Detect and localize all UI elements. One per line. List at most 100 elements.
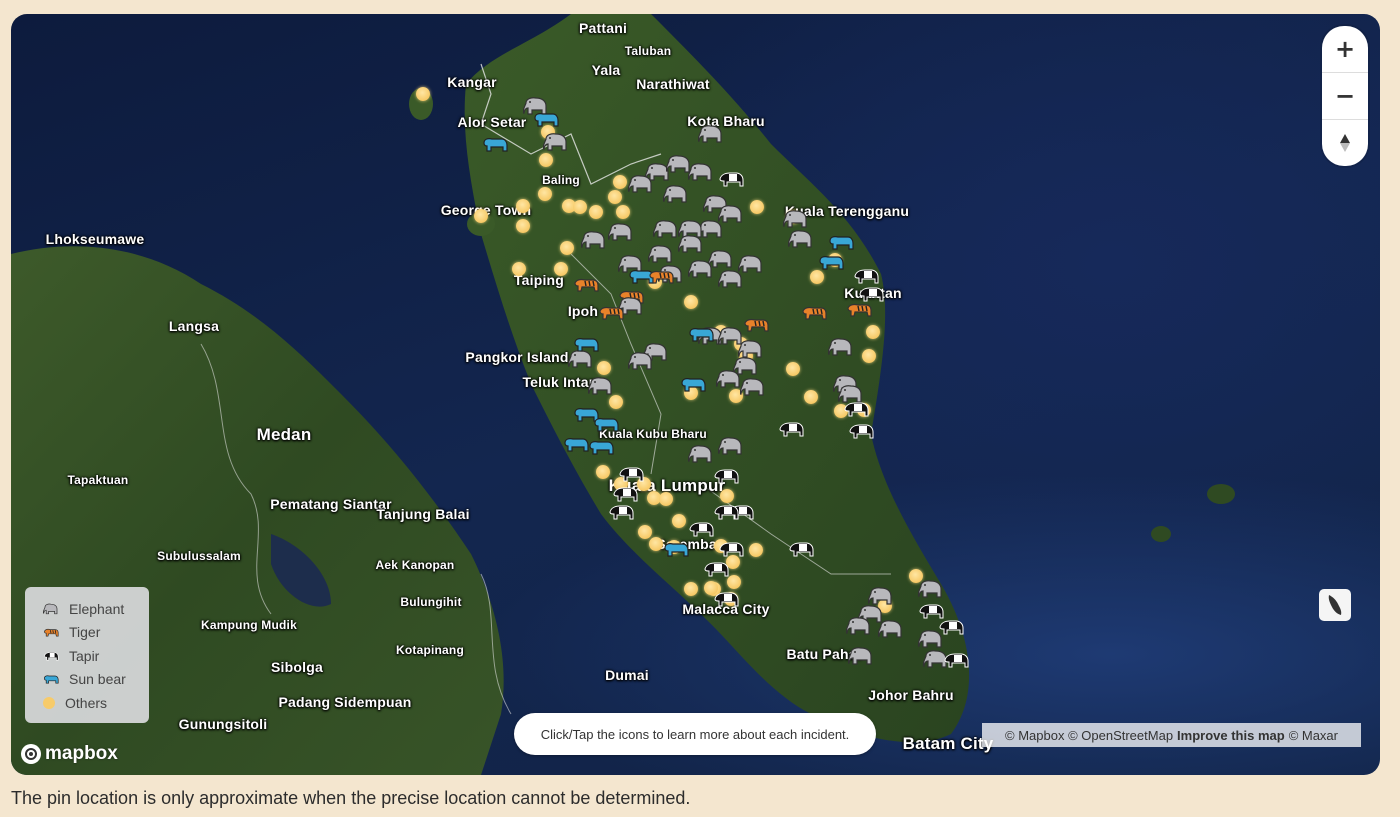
others-incident-marker[interactable] (516, 199, 530, 213)
others-incident-marker[interactable] (596, 465, 610, 479)
tiger-incident-marker[interactable] (573, 274, 599, 294)
others-incident-marker[interactable] (750, 200, 764, 214)
tapir-incident-marker[interactable] (778, 419, 804, 439)
elephant-incident-marker[interactable] (917, 629, 944, 649)
tiger-incident-marker[interactable] (648, 266, 674, 286)
mapbox-logo[interactable]: mapbox (21, 743, 118, 765)
elephant-incident-marker[interactable] (697, 124, 724, 144)
tiger-incident-marker[interactable] (846, 299, 872, 319)
sun-bear-incident-marker[interactable] (573, 334, 599, 354)
others-incident-marker[interactable] (727, 575, 741, 589)
elephant-incident-marker[interactable] (662, 184, 689, 204)
tapir-incident-marker[interactable] (608, 502, 634, 522)
others-incident-marker[interactable] (474, 209, 488, 223)
others-incident-marker[interactable] (720, 489, 734, 503)
others-incident-marker[interactable] (512, 262, 526, 276)
sun-bear-incident-marker[interactable] (688, 324, 714, 344)
tapir-incident-marker[interactable] (848, 421, 874, 441)
others-incident-marker[interactable] (649, 537, 663, 551)
tapir-incident-marker[interactable] (713, 466, 739, 486)
others-incident-marker[interactable] (416, 87, 430, 101)
elephant-incident-marker[interactable] (782, 209, 809, 229)
compass-button[interactable] (1322, 120, 1368, 166)
tapir-incident-marker[interactable] (688, 519, 714, 539)
others-incident-marker[interactable] (659, 492, 673, 506)
others-incident-marker[interactable] (786, 362, 800, 376)
others-incident-marker[interactable] (573, 200, 587, 214)
elephant-incident-marker[interactable] (847, 646, 874, 666)
sun-bear-incident-marker[interactable] (663, 539, 689, 559)
tiger-incident-marker[interactable] (801, 302, 827, 322)
elephant-incident-marker[interactable] (677, 234, 704, 254)
others-incident-marker[interactable] (672, 514, 686, 528)
tapir-incident-marker[interactable] (853, 266, 879, 286)
elephant-incident-marker[interactable] (687, 162, 714, 182)
elephant-incident-marker[interactable] (627, 174, 654, 194)
tapir-incident-marker[interactable] (713, 502, 739, 522)
elephant-incident-marker[interactable] (917, 579, 944, 599)
tapir-incident-marker[interactable] (718, 539, 744, 559)
sun-bear-incident-marker[interactable] (482, 134, 508, 154)
elephant-incident-marker[interactable] (607, 222, 634, 242)
others-incident-marker[interactable] (613, 175, 627, 189)
sun-bear-incident-marker[interactable] (563, 434, 589, 454)
tapir-incident-marker[interactable] (612, 484, 638, 504)
others-incident-marker[interactable] (560, 241, 574, 255)
others-incident-marker[interactable] (597, 361, 611, 375)
elephant-incident-marker[interactable] (827, 337, 854, 357)
tapir-incident-marker[interactable] (713, 589, 739, 609)
others-incident-marker[interactable] (539, 153, 553, 167)
others-incident-marker[interactable] (608, 190, 622, 204)
others-incident-marker[interactable] (862, 349, 876, 363)
others-incident-marker[interactable] (804, 390, 818, 404)
elephant-incident-marker[interactable] (867, 586, 894, 606)
others-incident-marker[interactable] (684, 582, 698, 596)
others-incident-marker[interactable] (866, 325, 880, 339)
elephant-incident-marker[interactable] (687, 259, 714, 279)
tapir-incident-marker[interactable] (788, 539, 814, 559)
sun-bear-incident-marker[interactable] (818, 252, 844, 272)
others-incident-marker[interactable] (616, 205, 630, 219)
tiger-incident-marker[interactable] (743, 314, 769, 334)
elephant-incident-marker[interactable] (739, 377, 766, 397)
others-incident-marker[interactable] (516, 219, 530, 233)
others-incident-marker[interactable] (589, 205, 603, 219)
sun-bear-incident-marker[interactable] (828, 232, 854, 252)
elephant-incident-marker[interactable] (647, 244, 674, 264)
tapir-incident-marker[interactable] (703, 559, 729, 579)
elephant-incident-marker[interactable] (687, 444, 714, 464)
sun-bear-incident-marker[interactable] (588, 437, 614, 457)
zoom-in-button[interactable]: + (1322, 26, 1368, 73)
elephant-incident-marker[interactable] (587, 376, 614, 396)
tapir-incident-marker[interactable] (618, 464, 644, 484)
tapir-incident-marker[interactable] (718, 169, 744, 189)
elephant-incident-marker[interactable] (717, 269, 744, 289)
others-incident-marker[interactable] (810, 270, 824, 284)
map-navigation-control[interactable]: + − (1322, 26, 1368, 166)
maxar-attribution-link[interactable]: © Maxar (1289, 728, 1338, 743)
elephant-incident-marker[interactable] (717, 436, 744, 456)
elephant-incident-marker[interactable] (877, 619, 904, 639)
tiger-incident-marker[interactable] (598, 302, 624, 322)
osm-attribution-link[interactable]: © OpenStreetMap (1068, 728, 1173, 743)
mapbox-attribution-link[interactable]: © Mapbox (1005, 728, 1064, 743)
elephant-incident-marker[interactable] (715, 369, 742, 389)
tapir-incident-marker[interactable] (943, 650, 969, 670)
elephant-incident-marker[interactable] (542, 132, 569, 152)
others-incident-marker[interactable] (684, 295, 698, 309)
others-incident-marker[interactable] (749, 543, 763, 557)
elephant-incident-marker[interactable] (845, 616, 872, 636)
elephant-incident-marker[interactable] (787, 229, 814, 249)
satellite-style-toggle-button[interactable] (1319, 589, 1351, 621)
map-canvas[interactable]: Pattani Taluban Yala Narathiwat Kangar Alor S… (11, 14, 1380, 775)
sun-bear-incident-marker[interactable] (533, 109, 559, 129)
others-incident-marker[interactable] (554, 262, 568, 276)
zoom-out-button[interactable]: − (1322, 73, 1368, 120)
improve-map-link[interactable]: Improve this map (1177, 728, 1285, 743)
elephant-incident-marker[interactable] (580, 230, 607, 250)
elephant-incident-marker[interactable] (627, 351, 654, 371)
elephant-incident-marker[interactable] (652, 219, 679, 239)
others-incident-marker[interactable] (638, 525, 652, 539)
tapir-incident-marker[interactable] (843, 399, 869, 419)
others-incident-marker[interactable] (538, 187, 552, 201)
